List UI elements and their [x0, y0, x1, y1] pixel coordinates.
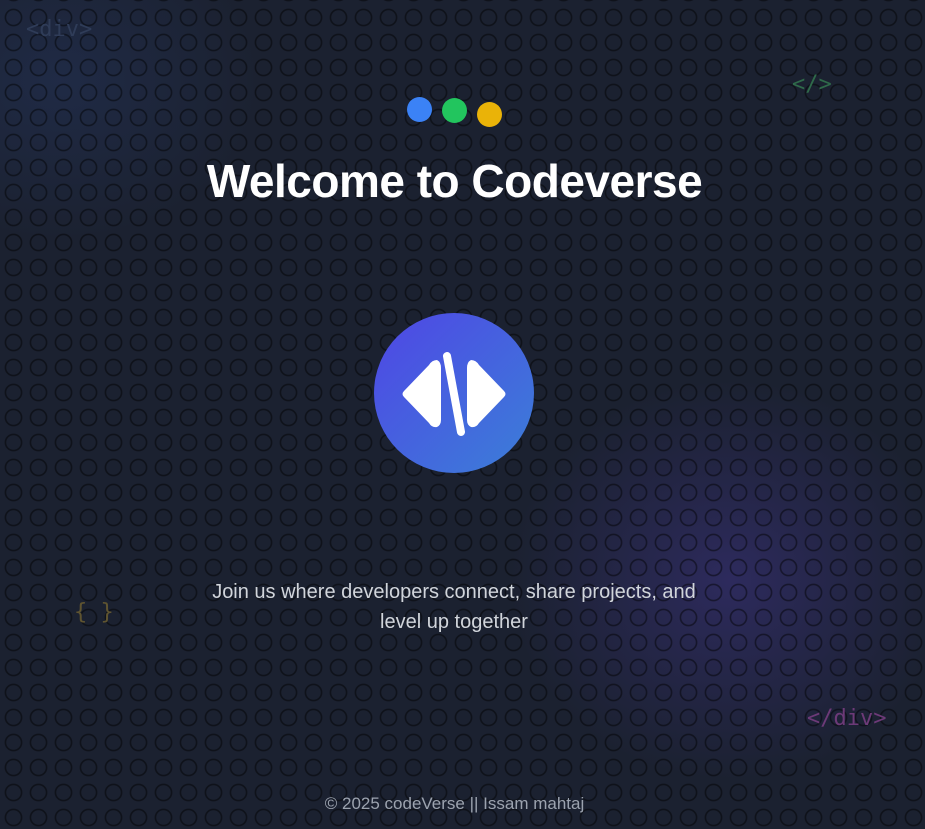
- tagline: Join us where developers connect, share …: [212, 581, 696, 633]
- blue-dot: [407, 97, 432, 122]
- code-brackets-icon: [402, 352, 506, 436]
- decorative-div-close-tag: </div>: [807, 706, 887, 731]
- page-title: Welcome to Codeverse: [206, 155, 703, 207]
- codeverse-logo: [374, 313, 534, 473]
- green-dot: [442, 98, 467, 123]
- window-dots: [406, 96, 506, 128]
- decorative-div-open-tag: <div>: [26, 17, 93, 42]
- decorative-braces: { }: [74, 600, 114, 625]
- footer-copyright: © 2025 codeVerse || Issam mahtaj: [324, 794, 585, 813]
- yellow-dot: [477, 102, 502, 127]
- decorative-slash-tag: </>: [792, 72, 832, 97]
